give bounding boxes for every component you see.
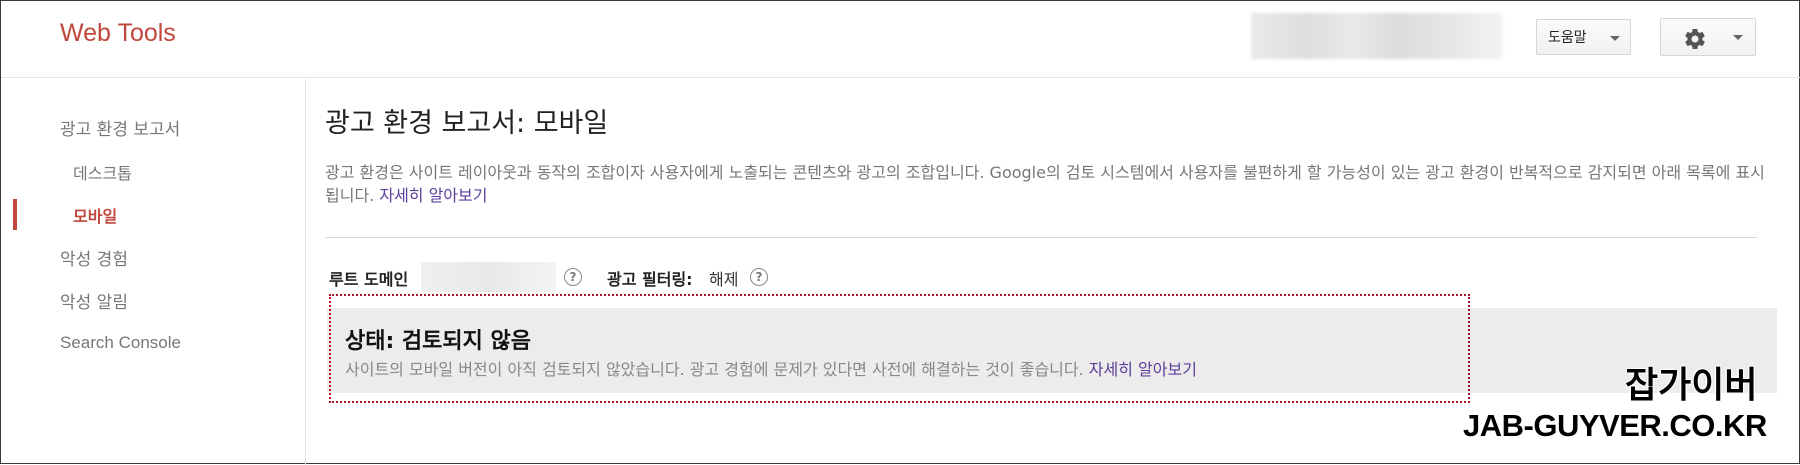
sidebar-item-abusive-notifications[interactable]: 악성 알림 (60, 288, 128, 313)
active-indicator (13, 199, 17, 230)
sidebar-item-abusive-experiences[interactable]: 악성 경험 (60, 245, 128, 270)
status-title: 상태: 검토되지 않음 (345, 329, 532, 354)
sidebar-item-mobile[interactable]: 모바일 (73, 203, 117, 227)
sidebar-item-search-console[interactable]: Search Console (60, 333, 181, 353)
chevron-down-icon (1610, 36, 1620, 41)
ad-filtering-label: 광고 필터링: (607, 270, 693, 289)
learn-more-link[interactable]: 자세히 알아보기 (379, 186, 487, 205)
watermark-url: JAB-GUYVER.CO.KR (1463, 408, 1767, 443)
watermark-title: 잡가이버 (1624, 364, 1758, 407)
status-learn-more-link[interactable]: 자세히 알아보기 (1089, 360, 1197, 379)
description-text: 광고 환경은 사이트 레이아웃과 동작의 조합이자 사용자에게 노출되는 콘텐츠… (325, 163, 1765, 205)
settings-dropdown-button[interactable] (1660, 18, 1756, 56)
help-circle-icon[interactable]: ? (564, 268, 582, 286)
root-domain-label: 루트 도메인 (329, 270, 409, 289)
account-info-redacted (1251, 13, 1503, 59)
page-description: 광고 환경은 사이트 레이아웃과 동작의 조합이자 사용자에게 노출되는 콘텐츠… (325, 161, 1773, 207)
status-description: 사이트의 모바일 버전이 아직 검토되지 않았습니다. 광고 경험에 문제가 있… (345, 356, 1197, 380)
gear-icon (1685, 29, 1705, 50)
top-header: Web Tools 도움말 (1, 1, 1800, 78)
divider (325, 237, 1757, 238)
page-title: 광고 환경 보고서: 모바일 (325, 108, 609, 139)
status-description-text: 사이트의 모바일 버전이 아직 검토되지 않았습니다. 광고 경험에 문제가 있… (345, 360, 1084, 379)
app-window: Web Tools 도움말 광고 환경 보고서 데스크톱 모바일 악성 경험 악… (0, 0, 1800, 465)
site-meta-row: 루트 도메인 ? 광고 필터링: 해제 ? (329, 262, 1029, 292)
ad-filtering-value: 해제 (709, 270, 739, 289)
chevron-down-icon (1733, 35, 1743, 40)
brand-logo[interactable]: Web Tools (60, 19, 176, 48)
sidebar-item-ad-experience-report[interactable]: 광고 환경 보고서 (60, 115, 180, 140)
help-button-label: 도움말 (1548, 30, 1587, 46)
help-dropdown-button[interactable]: 도움말 (1536, 19, 1631, 55)
root-domain-value-redacted (421, 262, 556, 292)
help-circle-icon[interactable]: ? (750, 268, 768, 286)
sidebar-item-desktop[interactable]: 데스크톱 (73, 160, 132, 184)
sidebar-nav: 광고 환경 보고서 데스크톱 모바일 악성 경험 악성 알림 Search Co… (1, 79, 306, 465)
